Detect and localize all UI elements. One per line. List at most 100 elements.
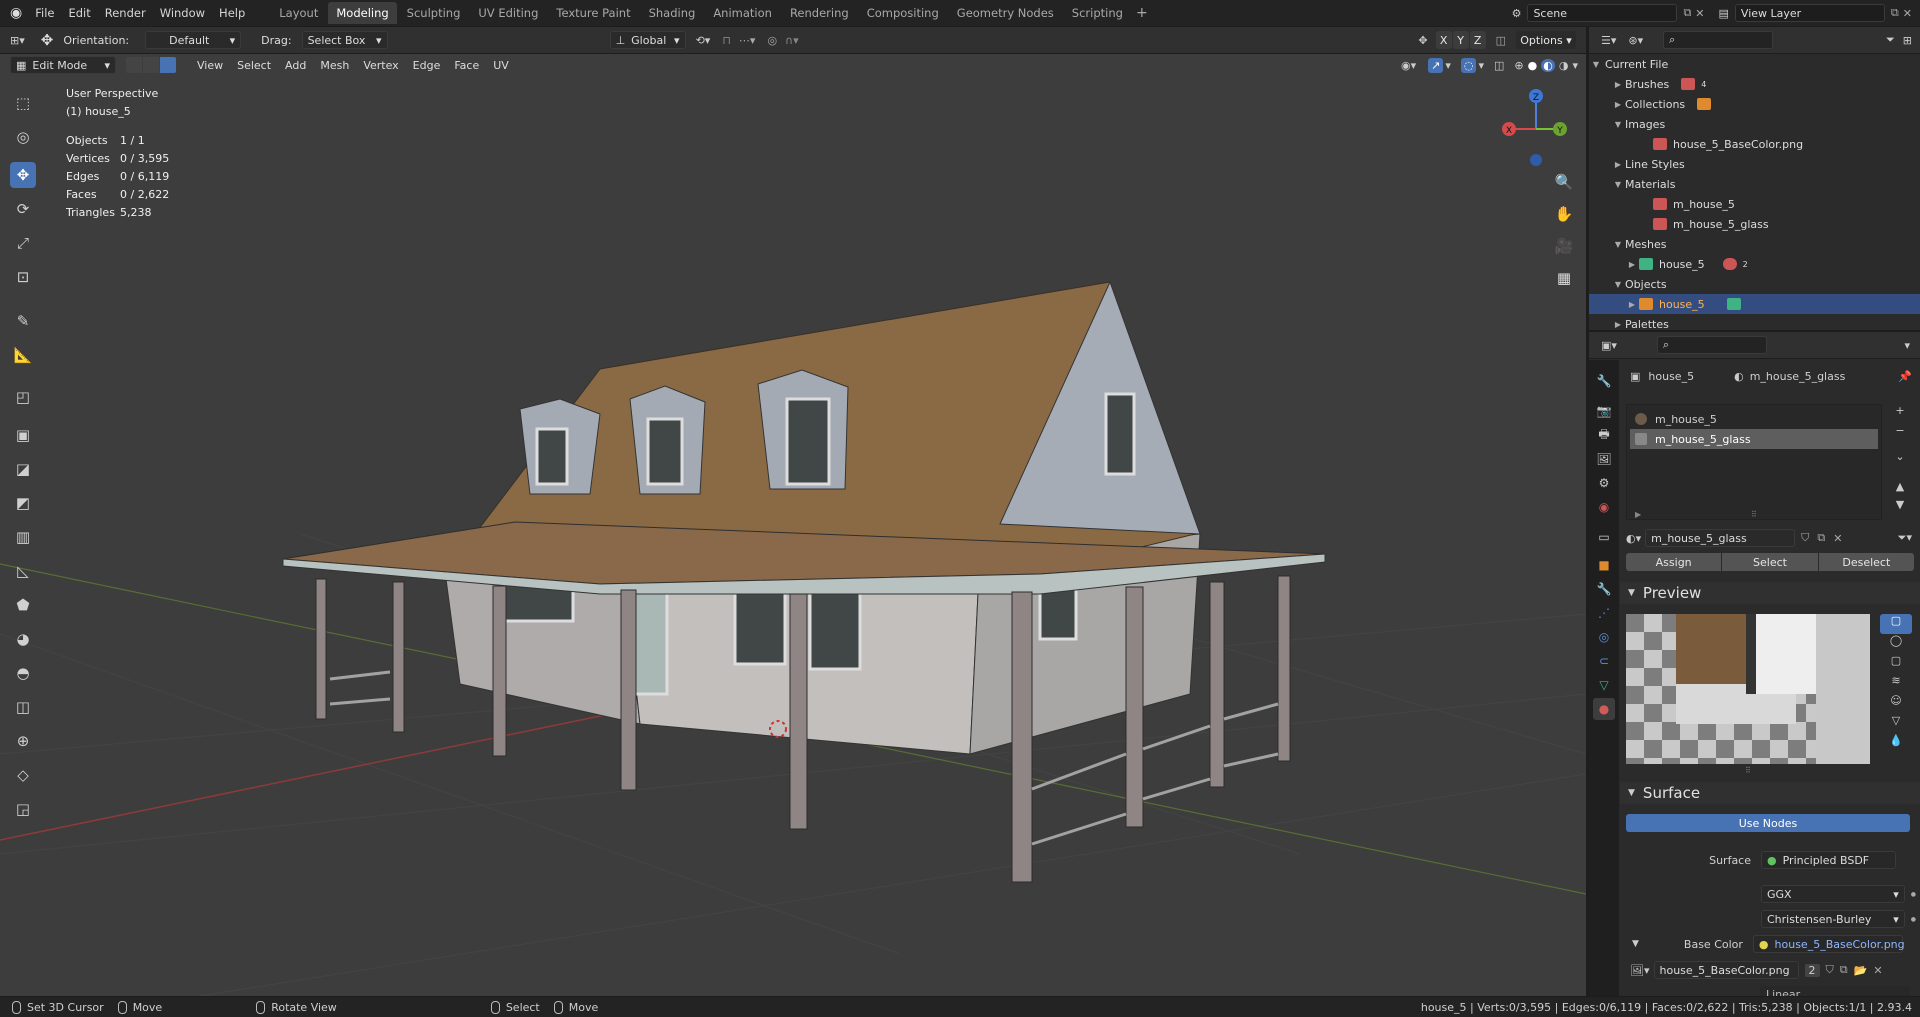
keyframe-dot-icon[interactable]: ●: [1911, 916, 1916, 923]
tab-animation[interactable]: Animation: [705, 2, 780, 24]
outliner-row[interactable]: ▼ Meshes: [1589, 234, 1920, 254]
face-select-mode[interactable]: [160, 57, 176, 73]
chevron-down-icon[interactable]: ▾: [1904, 339, 1910, 352]
edge-select-mode[interactable]: [143, 57, 159, 73]
outliner-row[interactable]: m_house_5_glass: [1589, 214, 1920, 234]
viewport-menu-face[interactable]: Face: [447, 59, 486, 72]
outliner-row[interactable]: ▶ Collections: [1589, 94, 1920, 114]
camera-icon[interactable]: 🎥: [1550, 232, 1578, 260]
spin-tool[interactable]: ◕: [10, 626, 36, 652]
viewport-menu-view[interactable]: View: [190, 59, 230, 72]
material-name-field[interactable]: m_house_5_glass: [1645, 529, 1796, 547]
zoom-icon[interactable]: 🔍: [1550, 168, 1578, 196]
viewport-menu-select[interactable]: Select: [230, 59, 278, 72]
filter-icon[interactable]: ⏷: [1886, 33, 1895, 47]
image-browse-icon[interactable]: 🖼▾: [1630, 964, 1650, 977]
inset-tool[interactable]: ◪: [10, 456, 36, 482]
open-image-icon[interactable]: 📂: [1854, 964, 1868, 977]
chevron-down-icon[interactable]: ▼: [1632, 939, 1639, 949]
shading-material-icon[interactable]: ◐: [1541, 58, 1555, 72]
orientation-dropdown[interactable]: Default ▾: [145, 31, 242, 49]
preview-cloth-icon[interactable]: ▽: [1880, 714, 1912, 734]
vertex-select-mode[interactable]: [126, 57, 142, 73]
chevron-right-icon[interactable]: ▶: [1625, 260, 1639, 269]
pin-icon[interactable]: 📌: [1898, 370, 1912, 383]
outliner-row[interactable]: ▶ Palettes: [1589, 314, 1920, 334]
smooth-tool[interactable]: ◓: [10, 660, 36, 686]
preview-hair-icon[interactable]: ≋: [1880, 674, 1912, 694]
blender-logo-icon[interactable]: ◉: [10, 5, 22, 21]
display-mode-icon[interactable]: ⊛▾: [1628, 34, 1643, 47]
preview-fluid-icon[interactable]: 💧: [1880, 734, 1912, 754]
particles-tab[interactable]: ⋰: [1593, 602, 1615, 624]
grid-perspective-icon[interactable]: ▦: [1550, 264, 1578, 292]
preview-panel-header[interactable]: ▼ Preview: [1620, 582, 1920, 604]
material-slots-list[interactable]: m_house_5 m_house_5_glass ▶ ⠿: [1626, 404, 1882, 520]
material-slot-selected[interactable]: m_house_5_glass: [1630, 429, 1878, 449]
menu-window[interactable]: Window: [153, 6, 212, 20]
material-tab[interactable]: ●: [1593, 698, 1615, 720]
cursor-tool[interactable]: ◎: [10, 124, 36, 150]
outliner-row[interactable]: house_5_BaseColor.png: [1589, 134, 1920, 154]
gizmo-options-icon[interactable]: ▾: [1445, 59, 1451, 72]
scene-icon[interactable]: ⚙: [1512, 7, 1522, 20]
outliner-row[interactable]: ▶ house_5: [1589, 294, 1920, 314]
overlay-options-icon[interactable]: ▾: [1478, 59, 1484, 72]
outliner-editor-icon[interactable]: ☰▾: [1601, 34, 1616, 47]
tab-sculpting[interactable]: Sculpting: [399, 2, 469, 24]
axis-z-toggle[interactable]: Z: [1469, 31, 1486, 49]
gizmo-neg-z-axis[interactable]: [1530, 154, 1542, 166]
world-tab[interactable]: ◉: [1593, 496, 1615, 518]
annotate-tool[interactable]: ✎: [10, 308, 36, 334]
preview-cube-icon[interactable]: ▢: [1880, 654, 1912, 674]
bevel-tool[interactable]: ◩: [10, 490, 36, 516]
menu-help[interactable]: Help: [212, 6, 252, 20]
outliner-row[interactable]: m_house_5: [1589, 194, 1920, 214]
pan-hand-icon[interactable]: ✋: [1550, 200, 1578, 228]
measure-tool[interactable]: 📐: [10, 342, 36, 368]
rotate-tool[interactable]: ⟳: [10, 196, 36, 222]
shading-wireframe-icon[interactable]: ⊕: [1514, 59, 1523, 72]
duplicate-image-icon[interactable]: ⧉: [1840, 963, 1848, 977]
shading-options-icon[interactable]: ▾: [1572, 59, 1578, 72]
outliner-row[interactable]: ▼ Objects: [1589, 274, 1920, 294]
slot-specials-icon[interactable]: ⌄: [1888, 450, 1912, 474]
tab-compositing[interactable]: Compositing: [859, 2, 947, 24]
add-slot-icon[interactable]: +: [1888, 404, 1912, 424]
view-layer-tab[interactable]: 🖼: [1593, 448, 1615, 470]
transform-affect-icon[interactable]: ✥: [1418, 34, 1427, 47]
outliner-root[interactable]: ▼ Current File: [1589, 54, 1920, 74]
viewport-menu-edge[interactable]: Edge: [406, 59, 448, 72]
add-workspace-icon[interactable]: +: [1136, 5, 1148, 21]
outliner-row[interactable]: ▶ Brushes 4: [1589, 74, 1920, 94]
resize-handle-icon[interactable]: ⠿: [1751, 510, 1757, 519]
proportional-edit-icon[interactable]: ◎: [767, 34, 777, 47]
chevron-down-icon[interactable]: ▼: [1611, 240, 1625, 249]
tab-shading[interactable]: Shading: [641, 2, 704, 24]
copy-scene-icon[interactable]: ⧉: [1683, 6, 1691, 20]
surface-shader-field[interactable]: ● Principled BSDF: [1761, 851, 1896, 869]
tool-tab[interactable]: 🔧: [1593, 370, 1615, 392]
snap-target-icon[interactable]: ⋯▾: [739, 34, 756, 47]
chevron-down-icon[interactable]: ▼: [1611, 280, 1625, 289]
scene-field[interactable]: Scene: [1527, 4, 1678, 22]
shear-tool[interactable]: ◇: [10, 762, 36, 788]
preview-flat-icon[interactable]: ▢: [1880, 614, 1912, 634]
data-tab[interactable]: ▽: [1593, 674, 1615, 696]
base-color-field[interactable]: ● house_5_BaseColor.png: [1752, 935, 1905, 953]
axis-x-toggle[interactable]: X: [1435, 31, 1452, 49]
transform-orientation-dropdown[interactable]: ⊥ Global ▾: [609, 31, 686, 49]
properties-search-input[interactable]: ⌕: [1656, 336, 1767, 354]
chevron-right-icon[interactable]: ▶: [1611, 320, 1625, 329]
scale-tool[interactable]: ⤢: [10, 230, 36, 256]
fake-user-icon[interactable]: ⛉: [1801, 531, 1809, 545]
knife-tool[interactable]: ◺: [10, 558, 36, 584]
axis-y-toggle[interactable]: Y: [1452, 31, 1469, 49]
rip-tool[interactable]: ◲: [10, 796, 36, 822]
menu-render[interactable]: Render: [98, 6, 153, 20]
view-layer-icon[interactable]: ▤: [1719, 7, 1729, 20]
unlink-image-icon[interactable]: ✕: [1873, 964, 1882, 977]
object-tab[interactable]: ■: [1593, 554, 1615, 576]
drag-dropdown[interactable]: Select Box ▾: [301, 31, 388, 49]
3d-viewport[interactable]: User Perspective (1) house_5 Objects 1 / …: [0, 54, 1586, 996]
